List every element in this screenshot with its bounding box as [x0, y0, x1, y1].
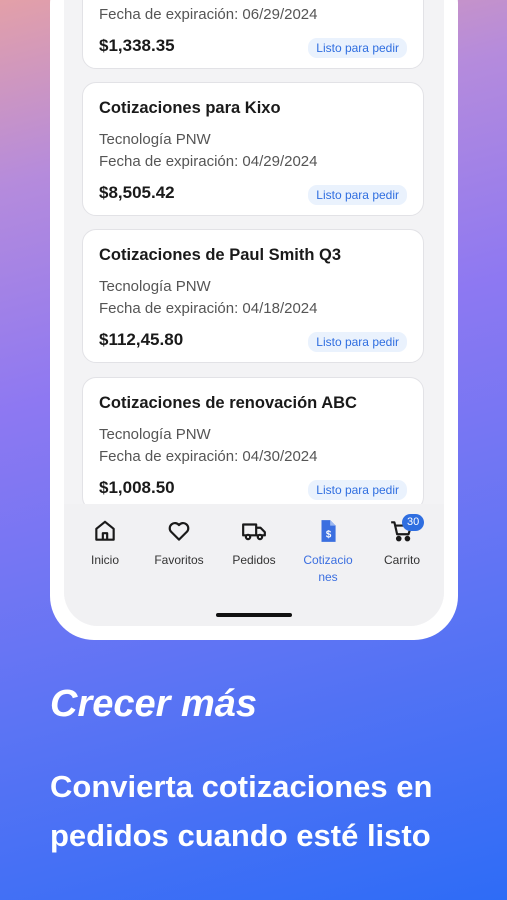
quote-amount: $1,338.35 [99, 36, 175, 55]
app-screen: Fecha de expiración: 06/29/2024 $1,338.3… [64, 0, 444, 626]
quote-card[interactable]: Cotizaciones de renovación ABC Tecnologí… [82, 377, 424, 511]
tab-label: Carrito [383, 553, 420, 567]
quote-amount: $1,008.50 [99, 478, 175, 497]
quote-expiry: Fecha de expiración: 04/30/2024 [99, 448, 318, 465]
cart-count-badge: 30 [402, 514, 425, 531]
home-icon [95, 520, 115, 541]
quote-expiry: Fecha de expiración: 04/18/2024 [99, 300, 318, 317]
tab-label: Pedidos [232, 553, 276, 567]
tab-carrito[interactable]: 30 Carrito [364, 514, 440, 569]
quote-company: Tecnología PNW [99, 131, 211, 148]
quote-card[interactable]: Cotizaciones para Kixo Tecnología PNW Fe… [82, 82, 424, 216]
quote-amount: $112,45.80 [99, 330, 184, 349]
tab-label: Favoritos [154, 553, 204, 567]
quote-card[interactable]: Fecha de expiración: 06/29/2024 $1,338.3… [82, 0, 424, 69]
quote-title: Cotizaciones de Paul Smith Q3 [99, 246, 342, 264]
tab-pedidos[interactable]: Pedidos [216, 518, 292, 569]
promo-headline: Crecer más [50, 683, 258, 725]
truck-icon [242, 523, 266, 541]
tab-favoritos[interactable]: Favoritos [141, 518, 217, 569]
quote-expiry: Fecha de expiración: 04/29/2024 [99, 153, 318, 170]
tab-label: Inicio [90, 553, 119, 567]
status-badge: Listo para pedir [308, 38, 407, 58]
tab-cotizaciones[interactable]: $ Cotizacio nes [290, 518, 366, 586]
svg-text:$: $ [326, 530, 332, 541]
quote-card[interactable]: Cotizaciones de Paul Smith Q3 Tecnología… [82, 229, 424, 363]
promo-subline: Convierta cotizaciones en pedidos cuando… [50, 769, 433, 853]
tab-inicio[interactable]: Inicio [67, 518, 143, 569]
quote-title: Cotizaciones de renovación ABC [99, 394, 357, 412]
status-badge: Listo para pedir [308, 332, 407, 352]
quote-expiry: Fecha de expiración: 06/29/2024 [99, 6, 318, 23]
tab-label: Cotizacio nes [303, 553, 353, 584]
heart-icon [168, 522, 190, 541]
bottom-tab-bar: Inicio Favoritos Pedidos $ Cotizacio nes… [64, 504, 444, 626]
status-badge: Listo para pedir [308, 480, 407, 500]
quote-title: Cotizaciones para Kixo [99, 99, 281, 117]
status-badge: Listo para pedir [308, 185, 407, 205]
quote-amount: $8,505.42 [99, 183, 175, 202]
quote-document-icon: $ [321, 520, 336, 542]
phone-frame: Fecha de expiración: 06/29/2024 $1,338.3… [50, 0, 458, 640]
quote-company: Tecnología PNW [99, 426, 211, 443]
home-indicator [216, 613, 292, 617]
quote-company: Tecnología PNW [99, 278, 211, 295]
